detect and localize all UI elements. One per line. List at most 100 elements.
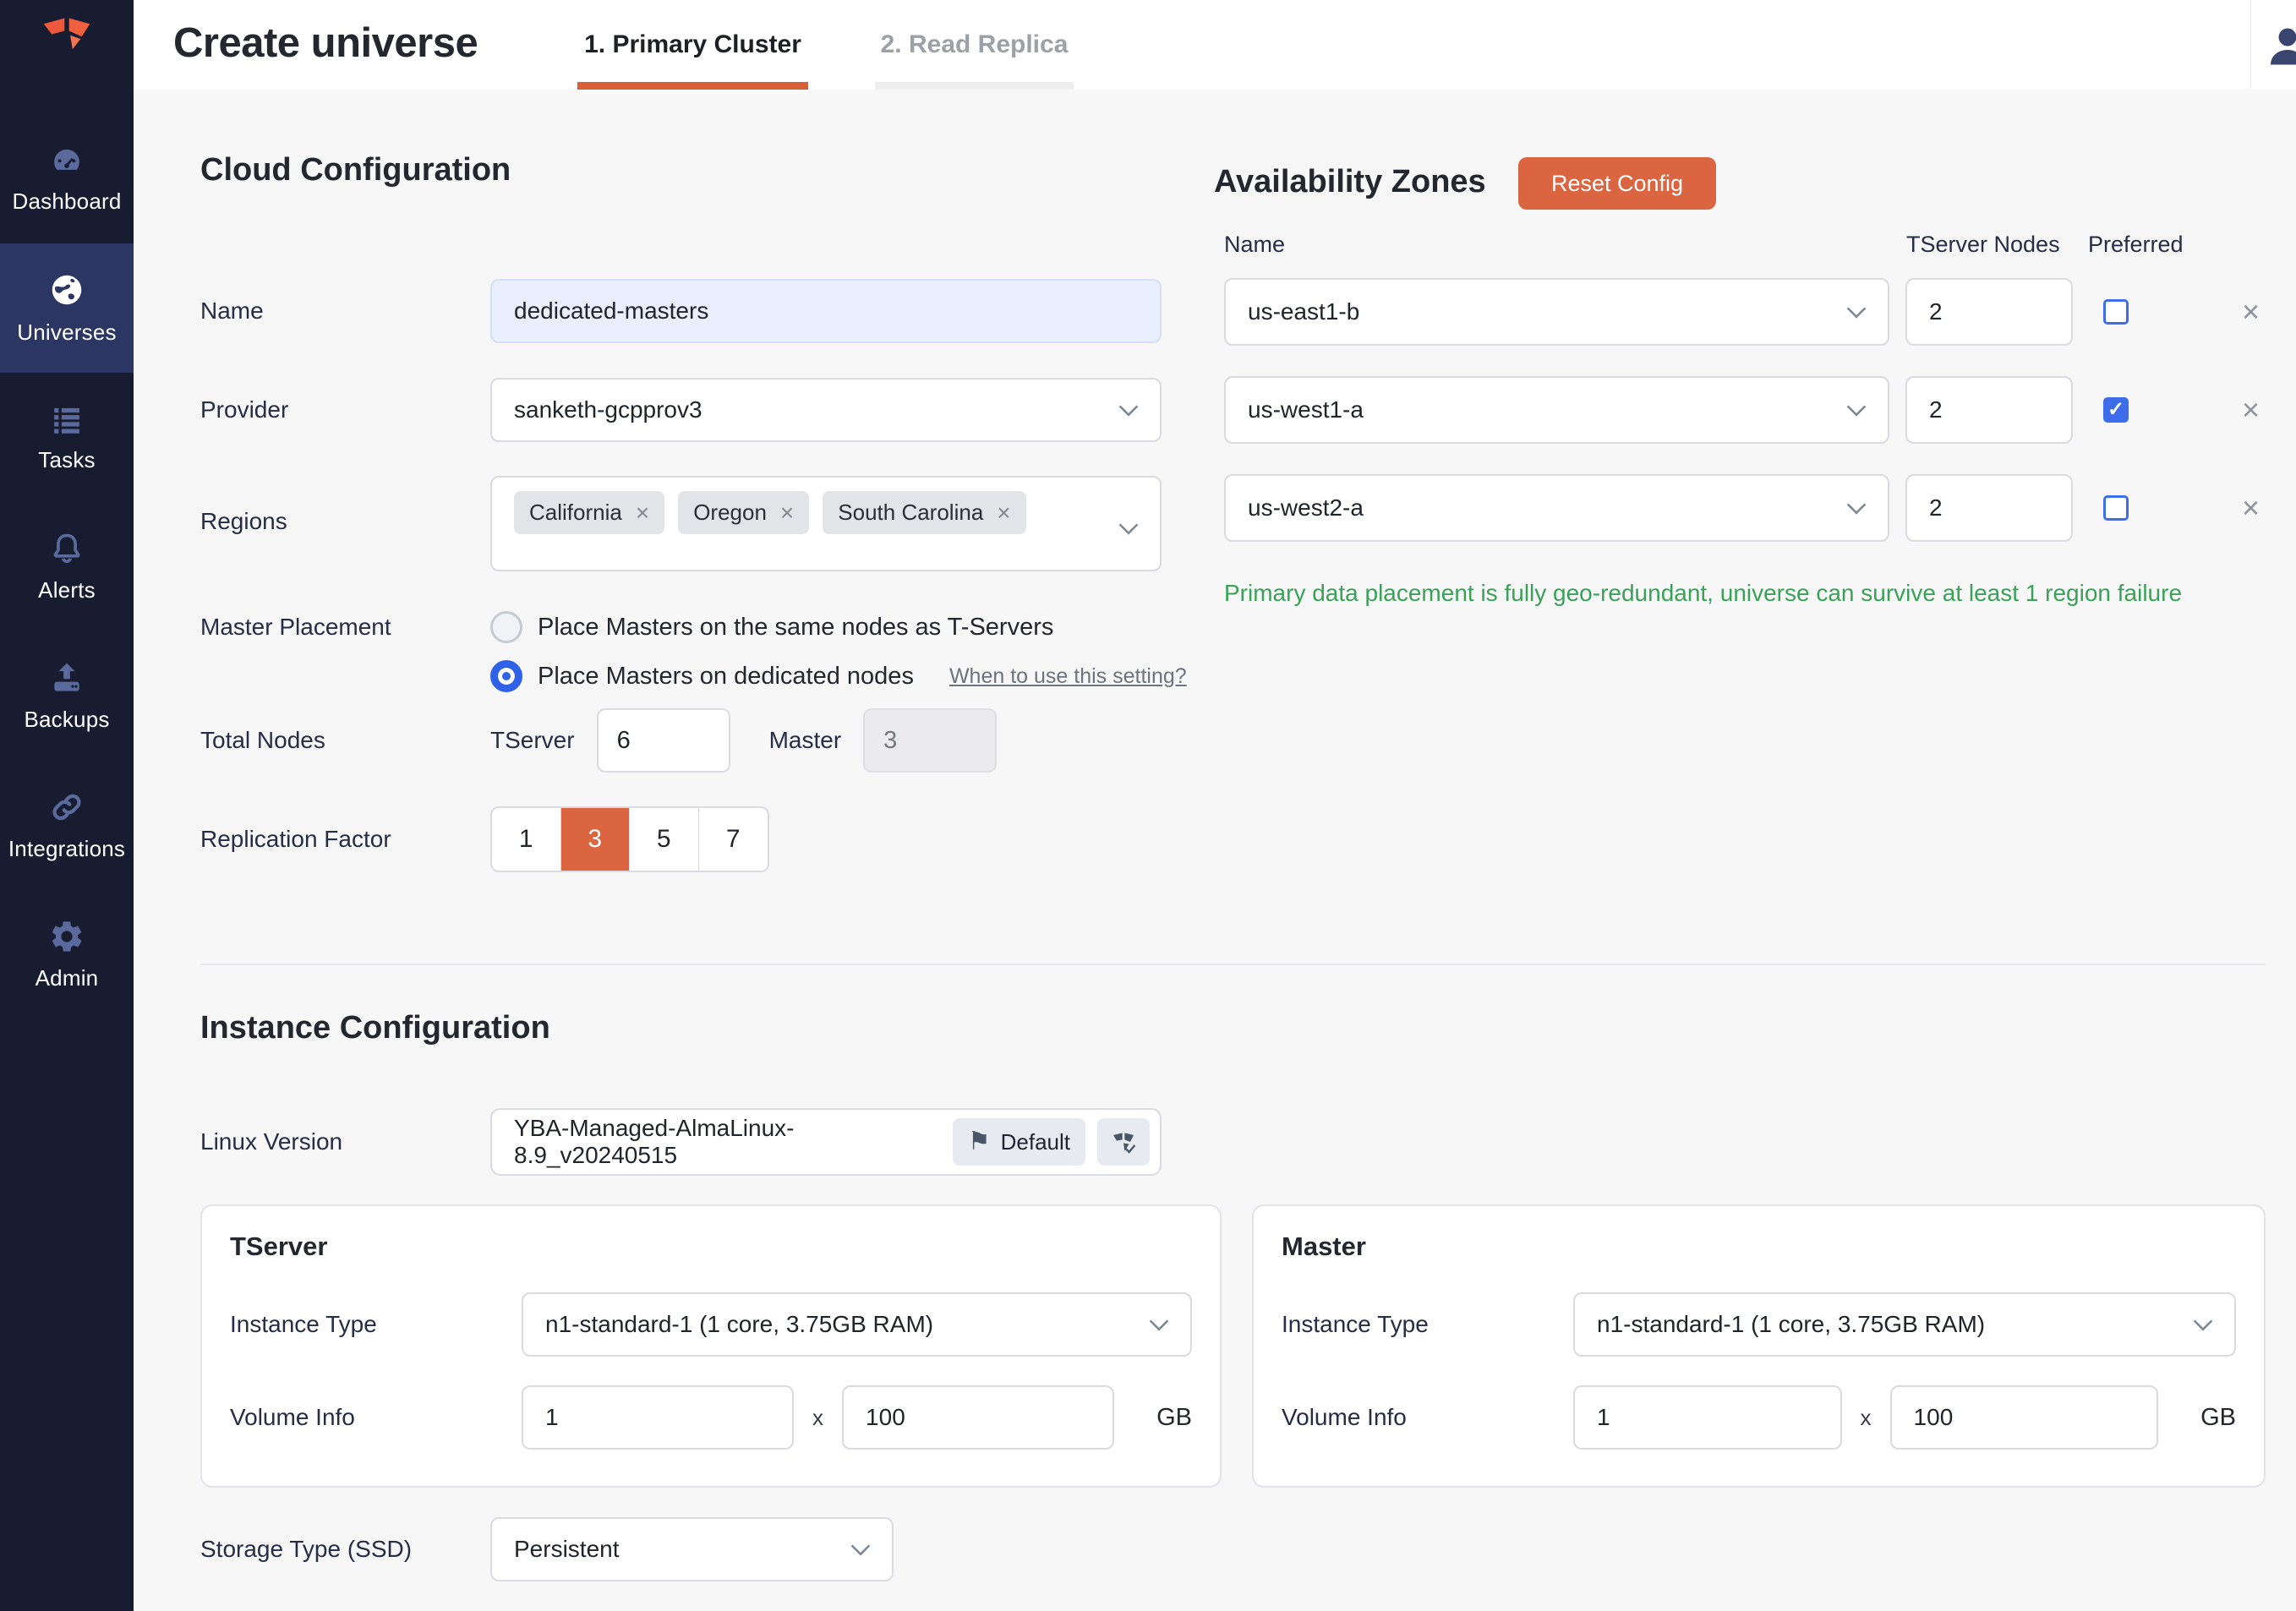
sidebar-item-dashboard[interactable]: Dashboard bbox=[0, 114, 134, 243]
default-badge: ⚑ Default bbox=[953, 1118, 1085, 1166]
linux-version-select[interactable]: YBA-Managed-AlmaLinux-8.9_v20240515 ⚑ De… bbox=[490, 1108, 1162, 1176]
replication-factor-label: Replication Factor bbox=[200, 826, 490, 853]
preferred-checkbox[interactable] bbox=[2103, 397, 2129, 423]
az-nodes-input[interactable]: 2 bbox=[1905, 474, 2073, 542]
master-card-heading: Master bbox=[1282, 1231, 2236, 1262]
sidebar-item-backups[interactable]: Backups bbox=[0, 631, 134, 761]
remove-az-icon[interactable]: × bbox=[2242, 395, 2260, 425]
provider-row: Provider sanketh-gcpprov3 bbox=[200, 378, 1162, 442]
volume-unit-label: GB bbox=[1156, 1404, 1192, 1432]
sidebar-item-integrations[interactable]: Integrations bbox=[0, 761, 134, 890]
main-content: Cloud Configuration Name dedicated-maste… bbox=[134, 90, 2296, 1611]
default-badge-label: Default bbox=[1001, 1129, 1070, 1155]
radio-option-same-nodes[interactable]: Place Masters on the same nodes as T-Ser… bbox=[490, 607, 1187, 647]
az-select-us-west2-a[interactable]: us-west2-a bbox=[1224, 474, 1889, 542]
az-nodes-input[interactable]: 2 bbox=[1905, 376, 2073, 444]
master-card: Master Instance Type n1-standard-1 (1 co… bbox=[1252, 1204, 2266, 1488]
az-name-value: us-east1-b bbox=[1248, 298, 1359, 325]
total-nodes-label: Total Nodes bbox=[200, 727, 490, 754]
replication-factor-row: Replication Factor 1 3 5 7 bbox=[200, 806, 1162, 872]
universe-name-input[interactable]: dedicated-masters bbox=[490, 279, 1162, 343]
az-nodes-input[interactable]: 2 bbox=[1905, 278, 2073, 346]
regions-multiselect[interactable]: California × Oregon × South Carolina × bbox=[490, 476, 1162, 571]
rf-option-1[interactable]: 1 bbox=[492, 808, 561, 871]
remove-az-icon[interactable]: × bbox=[2242, 493, 2260, 523]
tserver-volume-size-input[interactable]: 100 bbox=[842, 1385, 1114, 1450]
page-header: Create universe 1. Primary Cluster 2. Re… bbox=[134, 0, 2296, 90]
tserver-count-label: TServer bbox=[490, 727, 575, 754]
chevron-down-icon bbox=[1845, 494, 1867, 522]
remove-region-icon[interactable]: × bbox=[636, 501, 649, 525]
sidebar-item-label: Integrations bbox=[8, 836, 125, 862]
sidebar-nav: Dashboard Universes bbox=[0, 114, 134, 1019]
sidebar-item-label: Backups bbox=[24, 707, 109, 733]
region-chip-label: South Carolina bbox=[838, 500, 983, 526]
tab-primary-cluster[interactable]: 1. Primary Cluster bbox=[577, 0, 808, 90]
az-name-column-header: Name bbox=[1224, 232, 1285, 258]
rf-option-3[interactable]: 3 bbox=[561, 808, 631, 871]
master-nodes-input: 3 bbox=[863, 708, 997, 773]
tab-read-replica[interactable]: 2. Read Replica bbox=[875, 0, 1074, 90]
reset-config-button[interactable]: Reset Config bbox=[1518, 157, 1716, 210]
remove-az-icon[interactable]: × bbox=[2242, 297, 2260, 327]
master-volume-info-row: Volume Info 1 x 100 GB bbox=[1282, 1385, 2236, 1450]
provider-value: sanketh-gcpprov3 bbox=[514, 396, 702, 423]
regions-label: Regions bbox=[200, 508, 490, 535]
az-select-us-east1-b[interactable]: us-east1-b bbox=[1224, 278, 1889, 346]
master-instance-type-select[interactable]: n1-standard-1 (1 core, 3.75GB RAM) bbox=[1573, 1292, 2236, 1357]
radio-icon[interactable] bbox=[490, 611, 522, 643]
preferred-checkbox[interactable] bbox=[2103, 495, 2129, 521]
remove-region-icon[interactable]: × bbox=[780, 501, 794, 525]
az-nodes-value: 2 bbox=[1929, 298, 1943, 325]
provider-label: Provider bbox=[200, 396, 490, 423]
region-chip: South Carolina × bbox=[823, 491, 1025, 534]
rf-option-5[interactable]: 5 bbox=[630, 808, 699, 871]
tserver-nodes-input[interactable]: 6 bbox=[597, 708, 730, 773]
active-tab-underline bbox=[577, 82, 808, 90]
when-to-use-link[interactable]: When to use this setting? bbox=[949, 664, 1187, 689]
linux-version-label: Linux Version bbox=[200, 1128, 490, 1155]
sidebar-item-alerts[interactable]: Alerts bbox=[0, 502, 134, 631]
name-label: Name bbox=[200, 298, 490, 325]
radio-icon[interactable] bbox=[490, 660, 522, 692]
az-nodes-value: 2 bbox=[1929, 396, 1943, 423]
sidebar-item-label: Admin bbox=[36, 965, 99, 991]
page-title: Create universe bbox=[173, 19, 478, 67]
chevron-down-icon bbox=[2192, 1311, 2214, 1338]
backups-upload-icon bbox=[47, 659, 86, 696]
provider-select[interactable]: sanketh-gcpprov3 bbox=[490, 378, 1162, 442]
storage-type-label: Storage Type (SSD) bbox=[200, 1536, 490, 1563]
volume-multiplier: x bbox=[812, 1405, 823, 1431]
cloud-configuration-heading: Cloud Configuration bbox=[200, 152, 511, 188]
radio-option-dedicated-nodes[interactable]: Place Masters on dedicated nodes When to… bbox=[490, 656, 1187, 696]
dashboard-gauge-icon bbox=[47, 143, 86, 178]
chevron-down-icon bbox=[1845, 396, 1867, 423]
master-volume-size-input[interactable]: 100 bbox=[1890, 1385, 2159, 1450]
sidebar-item-admin[interactable]: Admin bbox=[0, 890, 134, 1019]
universe-name-value: dedicated-masters bbox=[514, 298, 708, 325]
sidebar-item-tasks[interactable]: Tasks bbox=[0, 373, 134, 502]
yugabyte-logo-icon[interactable] bbox=[0, 14, 134, 68]
volume-multiplier: x bbox=[1861, 1405, 1872, 1431]
preferred-checkbox[interactable] bbox=[2103, 299, 2129, 325]
region-chip: Oregon × bbox=[678, 491, 809, 534]
master-volume-count-input[interactable]: 1 bbox=[1573, 1385, 1842, 1450]
master-instance-type-row: Instance Type n1-standard-1 (1 core, 3.7… bbox=[1282, 1292, 2236, 1357]
volume-info-label: Volume Info bbox=[1282, 1404, 1573, 1431]
radio-option-label: Place Masters on the same nodes as T-Ser… bbox=[538, 614, 1053, 642]
total-nodes-row: Total Nodes TServer 6 Master 3 bbox=[200, 708, 1162, 773]
rf-option-7[interactable]: 7 bbox=[699, 808, 768, 871]
storage-type-select[interactable]: Persistent bbox=[490, 1517, 894, 1581]
user-icon[interactable] bbox=[2271, 20, 2296, 71]
yb-managed-badge[interactable] bbox=[1097, 1118, 1150, 1166]
tserver-instance-type-select[interactable]: n1-standard-1 (1 core, 3.75GB RAM) bbox=[522, 1292, 1192, 1357]
az-preferred-column-header: Preferred bbox=[2088, 232, 2184, 258]
sidebar-item-universes[interactable]: Universes bbox=[0, 243, 134, 373]
chevron-down-icon bbox=[850, 1536, 872, 1563]
tserver-volume-info-row: Volume Info 1 x 100 GB bbox=[230, 1385, 1192, 1450]
tserver-volume-count-input[interactable]: 1 bbox=[522, 1385, 794, 1450]
az-select-us-west1-a[interactable]: us-west1-a bbox=[1224, 376, 1889, 444]
remove-region-icon[interactable]: × bbox=[997, 501, 1010, 525]
linux-version-badges: ⚑ Default bbox=[953, 1118, 1150, 1166]
tserver-instance-type-row: Instance Type n1-standard-1 (1 core, 3.7… bbox=[230, 1292, 1192, 1357]
